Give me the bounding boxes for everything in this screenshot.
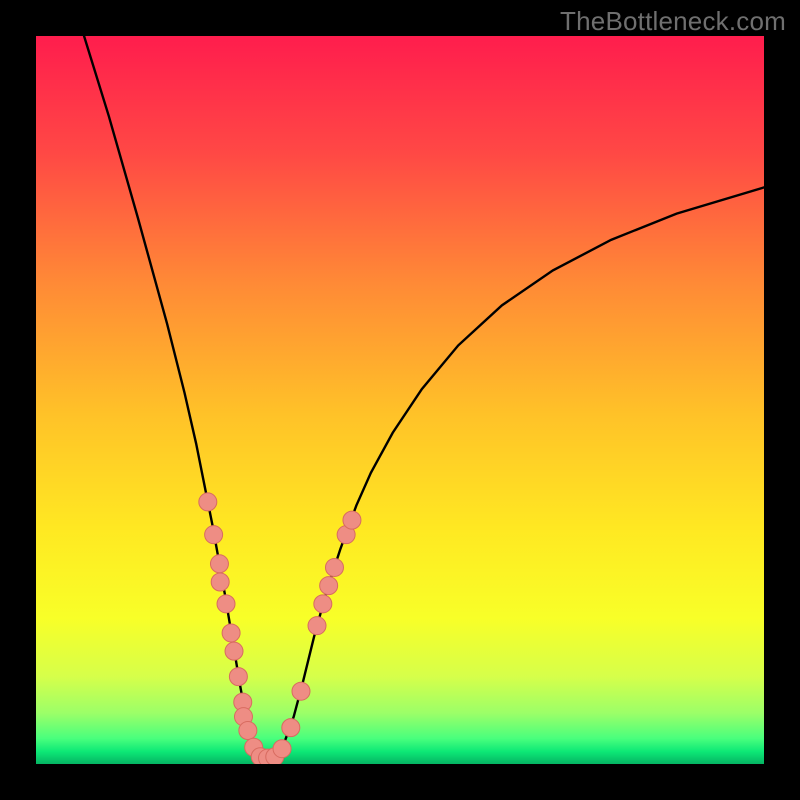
data-point <box>210 555 228 573</box>
data-point <box>199 493 217 511</box>
plot-svg <box>36 36 764 764</box>
data-point <box>320 577 338 595</box>
data-point <box>314 595 332 613</box>
data-point <box>325 558 343 576</box>
data-point <box>205 526 223 544</box>
data-point <box>225 642 243 660</box>
data-point <box>239 722 257 740</box>
gradient-background <box>36 36 764 764</box>
plot-area <box>36 36 764 764</box>
data-point <box>292 682 310 700</box>
data-point <box>222 624 240 642</box>
data-point <box>343 511 361 529</box>
data-point <box>308 617 326 635</box>
data-point <box>211 573 229 591</box>
data-point <box>273 740 291 758</box>
watermark-text: TheBottleneck.com <box>560 6 786 37</box>
data-point <box>217 595 235 613</box>
data-point <box>282 719 300 737</box>
data-point <box>229 668 247 686</box>
chart-frame: TheBottleneck.com <box>0 0 800 800</box>
